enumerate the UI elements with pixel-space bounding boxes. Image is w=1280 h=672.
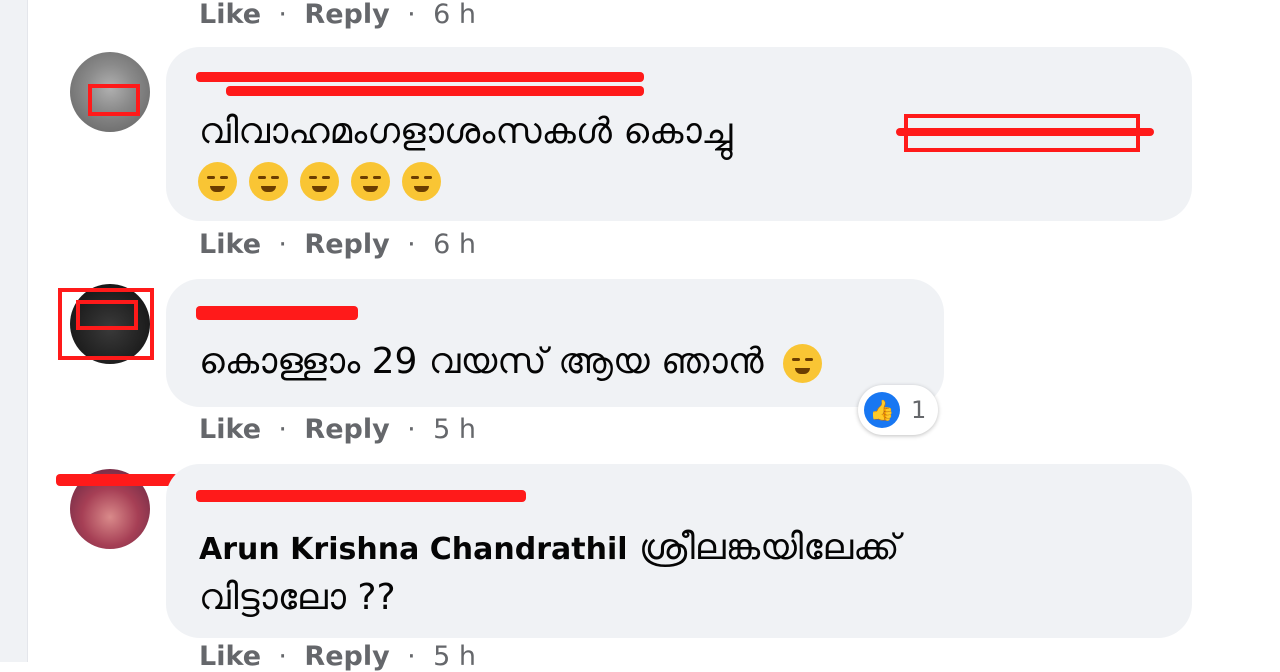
comment-body: കൊള്ളാം 29 വയസ് ആയ ഞാൻ [199, 341, 764, 382]
redaction-line [896, 128, 1154, 136]
left-rail [0, 0, 28, 662]
timestamp[interactable]: 6 h [433, 0, 476, 30]
separator: · [278, 641, 288, 672]
separator: · [407, 641, 416, 672]
redacted-author-name[interactable] [196, 306, 358, 320]
comment-text: വിവാഹമംഗളാശംസകൾ കൊച്ചു [199, 110, 732, 154]
redaction-box [76, 300, 138, 330]
redaction-line [226, 86, 644, 96]
reply-link[interactable]: Reply [304, 0, 389, 30]
tired-face-emoji [198, 162, 237, 201]
redaction-box [88, 84, 140, 116]
comment-text: കൊള്ളാം 29 വയസ് ആയ ഞാൻ [199, 340, 829, 384]
emoji-row [198, 162, 448, 201]
comment-actions: Like · Reply · 6 h [199, 230, 476, 260]
comment-body: വിട്ടാലോ ?? [199, 577, 396, 618]
redacted-author-name[interactable] [196, 490, 526, 502]
timestamp[interactable]: 5 h [433, 641, 476, 672]
like-thumb-icon: 👍 [864, 392, 900, 428]
like-link[interactable]: Like [199, 414, 261, 445]
reply-link[interactable]: Reply [304, 641, 389, 672]
tired-face-emoji [300, 162, 340, 201]
separator: · [278, 0, 288, 30]
reaction-count: 1 [911, 396, 927, 424]
comment-text-line: വിട്ടാലോ ?? [199, 576, 396, 620]
comment-actions: Like · Reply · 6 h [199, 0, 476, 30]
redacted-author-name[interactable] [196, 72, 644, 82]
comment-actions: Like · Reply · 5 h [199, 415, 476, 445]
reply-link[interactable]: Reply [304, 229, 389, 260]
timestamp[interactable]: 6 h [433, 229, 476, 260]
tired-face-emoji [249, 162, 289, 201]
like-link[interactable]: Like [199, 0, 261, 30]
reply-link[interactable]: Reply [304, 414, 389, 445]
separator: · [407, 414, 416, 445]
sleepy-face-emoji [402, 162, 442, 201]
comment-actions: Like · Reply · 5 h [199, 642, 476, 672]
separator: · [407, 0, 416, 30]
relieved-face-emoji [782, 343, 822, 383]
mention-link[interactable]: Arun Krishna Chandrathil [199, 532, 628, 567]
timestamp[interactable]: 5 h [433, 414, 476, 445]
separator: · [278, 414, 288, 445]
comment-text-line: Arun Krishna Chandrathil ശ്രീലങ്കയിലേക്ക… [199, 526, 900, 572]
like-link[interactable]: Like [199, 229, 261, 260]
comment-body: ശ്രീലങ്കയിലേക്ക് [638, 527, 900, 568]
redaction-line [56, 474, 178, 486]
separator: · [407, 229, 416, 260]
reaction-summary[interactable]: 👍 1 [858, 385, 938, 435]
like-link[interactable]: Like [199, 641, 261, 672]
comment-body: വിവാഹമംഗളാശംസകൾ കൊച്ചു [199, 111, 733, 152]
separator: · [278, 229, 288, 260]
sleepy-face-emoji [351, 162, 391, 201]
